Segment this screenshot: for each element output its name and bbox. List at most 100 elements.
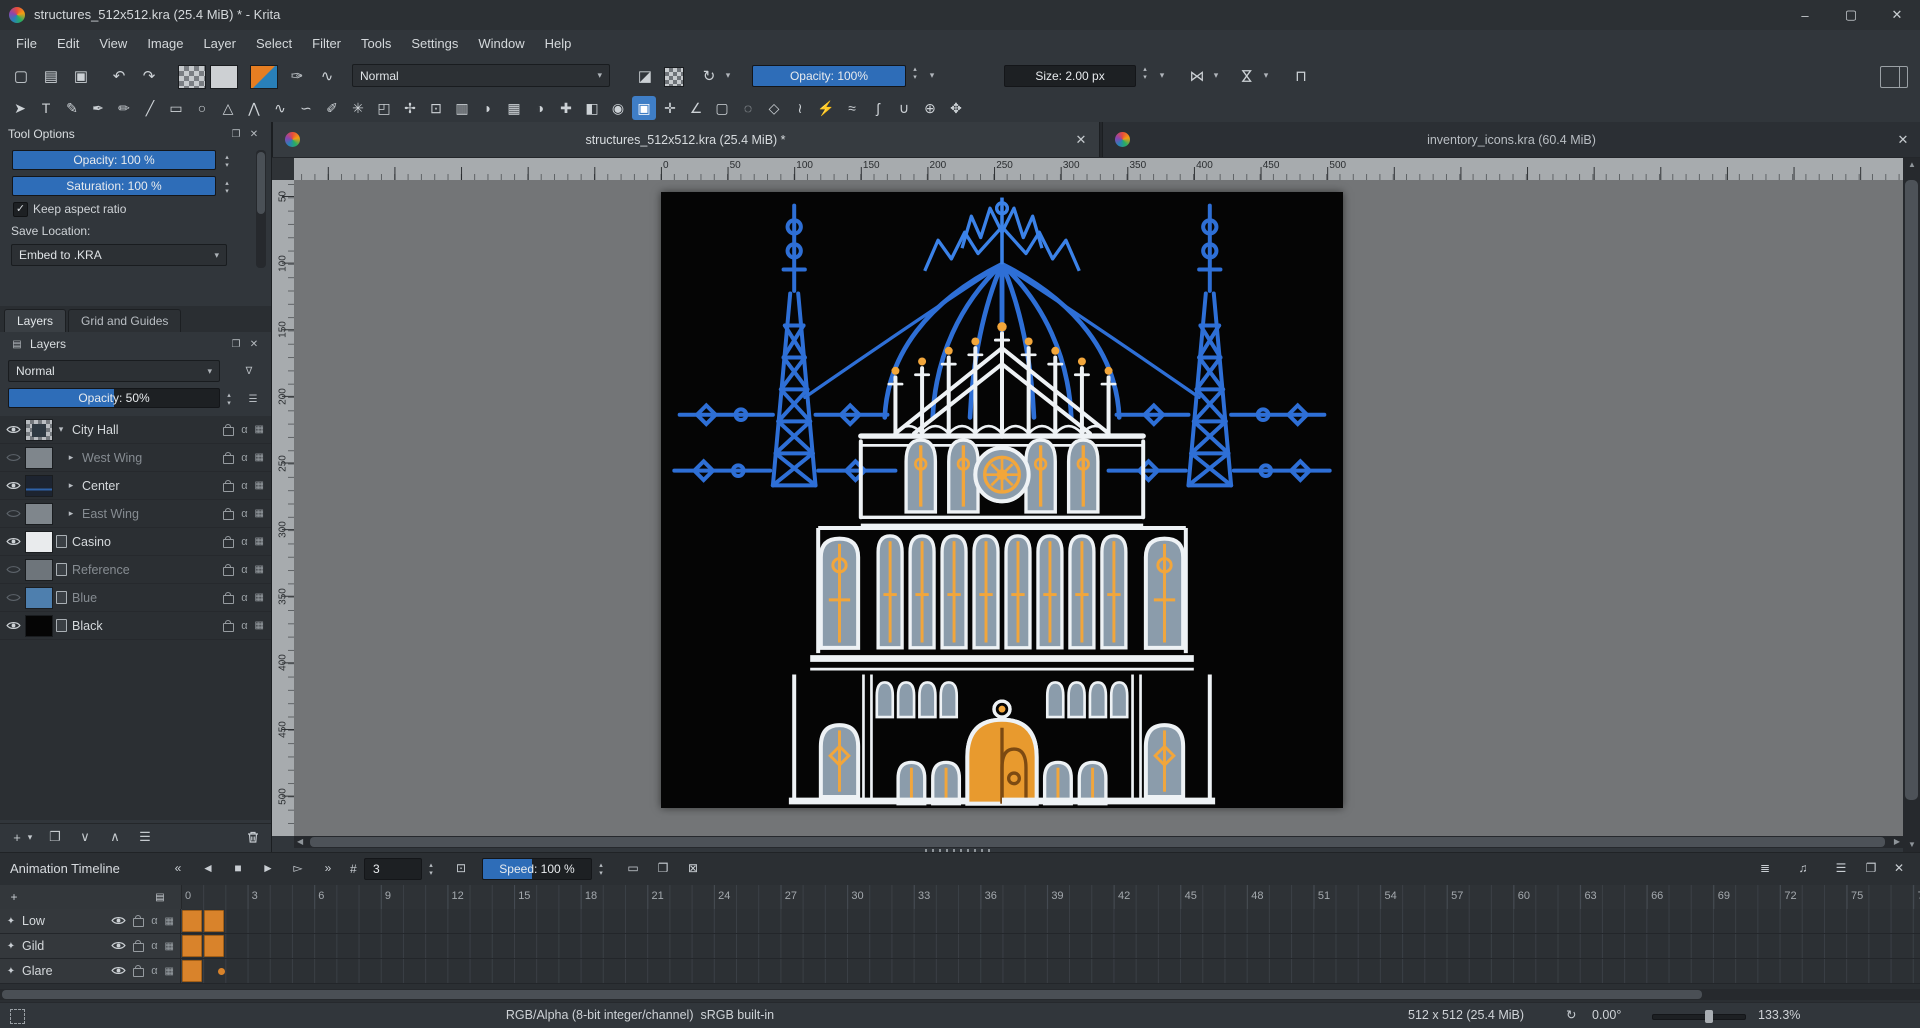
chevron-down-icon[interactable]: ▾ — [1156, 70, 1168, 81]
horizontal-ruler[interactable]: 050100150200250300350400450500 — [294, 158, 1903, 180]
selection-indicator-icon[interactable] — [10, 1009, 25, 1024]
layer-properties-button[interactable]: ☰ — [134, 827, 156, 847]
canvas-horizontal-scrollbar[interactable]: ◀ ▶ — [294, 836, 1903, 848]
playback-speed-slider[interactable]: Speed: 100 % — [482, 858, 592, 880]
keyframe-cell[interactable] — [182, 960, 202, 982]
alpha-icon[interactable]: α — [151, 915, 157, 927]
trim-to-image-button[interactable]: ⊓ — [1288, 63, 1314, 89]
menu-image[interactable]: Image — [137, 30, 193, 58]
next-frame-button[interactable]: ▻ — [285, 857, 311, 879]
lock-icon[interactable] — [133, 968, 144, 977]
filter-icon[interactable]: ∇ — [240, 363, 258, 379]
zoom-tool[interactable]: ⊕ — [918, 96, 942, 120]
save-location-select[interactable]: Embed to .KRA ▾ — [11, 244, 227, 266]
colorize-mask-tool[interactable]: ◑ — [528, 96, 552, 120]
move-tool[interactable]: ✢ — [398, 96, 422, 120]
multibrush-tool[interactable]: ✳ — [346, 96, 370, 120]
alpha-icon[interactable]: α — [241, 564, 247, 576]
expand-icon[interactable]: ▸ — [65, 480, 77, 491]
rect-select-tool[interactable]: ▢ — [710, 96, 734, 120]
freehand-path-tool[interactable]: ∽ — [294, 96, 318, 120]
float-docker-icon[interactable]: ❐ — [227, 126, 245, 142]
grid-icon[interactable]: ▦ — [255, 536, 264, 547]
chevron-down-icon[interactable]: ▾ — [24, 827, 36, 847]
layer-row-black[interactable]: Blackα▦ — [0, 612, 271, 640]
scroll-left-icon[interactable]: ◀ — [297, 837, 303, 847]
close-tab-icon[interactable]: ✕ — [1071, 132, 1091, 148]
move-layer-down-button[interactable]: ∨ — [74, 827, 96, 847]
menu-filter[interactable]: Filter — [302, 30, 351, 58]
pattern-swatch[interactable] — [210, 65, 238, 89]
spinner[interactable]: ▴▾ — [222, 392, 236, 408]
preserve-alpha-button[interactable] — [664, 67, 684, 87]
add-track-icon[interactable]: + — [4, 886, 24, 908]
ref-opacity-slider[interactable]: Opacity: 100 % — [12, 150, 216, 170]
duplicate-layer-button[interactable]: ❐ — [44, 827, 66, 847]
layer-row-reference[interactable]: Referenceα▦ — [0, 556, 271, 584]
spinner[interactable]: ▴▾ — [220, 154, 234, 170]
visibility-on-icon[interactable] — [4, 424, 22, 435]
save-button[interactable]: ▣ — [68, 63, 94, 89]
prev-frame-button[interactable]: ◄ — [195, 857, 221, 879]
lock-icon[interactable] — [223, 483, 234, 492]
menu-edit[interactable]: Edit — [47, 30, 89, 58]
visibility-on-icon[interactable] — [111, 939, 126, 954]
enclose-fill-tool[interactable]: ◉ — [606, 96, 630, 120]
text-tool[interactable]: T — [34, 96, 58, 120]
lock-icon[interactable] — [133, 918, 144, 927]
delete-layer-button[interactable] — [242, 827, 264, 847]
rectangle-tool[interactable]: ▭ — [164, 96, 188, 120]
pan-tool[interactable]: ✥ — [944, 96, 968, 120]
grid-icon[interactable]: ▦ — [165, 916, 174, 927]
track-frames[interactable] — [0, 934, 1920, 958]
track-header[interactable]: ✦Lowα▦ — [0, 909, 181, 933]
pattern-edit-tool[interactable]: ▦ — [502, 96, 526, 120]
opacity-spinner[interactable]: ▴▾ — [908, 66, 922, 82]
scroll-down-icon[interactable]: ▼ — [1908, 840, 1916, 850]
grid-icon[interactable]: ▦ — [255, 592, 264, 603]
keyframe-cell[interactable] — [204, 935, 224, 957]
similar-select-tool[interactable]: ≈ — [840, 96, 864, 120]
layer-row-east-wing[interactable]: ▸East Wingα▦ — [0, 500, 271, 528]
track-header[interactable]: ✦Glareα▦ — [0, 959, 181, 983]
alpha-icon[interactable]: α — [241, 508, 247, 520]
tab-inventory-document[interactable]: inventory_icons.kra (60.4 MiB) ✕ — [1102, 122, 1920, 157]
size-spinner[interactable]: ▴▾ — [1138, 66, 1152, 82]
gradient-swatch[interactable] — [178, 65, 206, 89]
magnetic-select-tool[interactable]: ∪ — [892, 96, 916, 120]
menu-tools[interactable]: Tools — [351, 30, 401, 58]
alpha-icon[interactable]: α — [241, 424, 247, 436]
add-duplicate-frame-button[interactable]: ❐ — [650, 857, 676, 879]
assistants-tool[interactable]: ✛ — [658, 96, 682, 120]
timeline-scrollbar[interactable] — [0, 989, 1920, 1000]
menu-icon[interactable]: ☰ — [244, 391, 262, 407]
dynamic-brush-tool[interactable]: ✐ — [320, 96, 344, 120]
zoom-slider[interactable] — [1652, 1014, 1746, 1020]
track-header[interactable]: ✦Gildα▦ — [0, 934, 181, 958]
menu-help[interactable]: Help — [535, 30, 582, 58]
layer-row-west-wing[interactable]: ▸West Wingα▦ — [0, 444, 271, 472]
scrollbar-handle[interactable] — [310, 837, 1885, 847]
lock-icon[interactable] — [223, 623, 234, 632]
add-blank-frame-button[interactable]: ▭ — [620, 857, 646, 879]
chevron-down-icon[interactable]: ▾ — [1260, 70, 1272, 81]
contiguous-select-tool[interactable]: ⚡ — [814, 96, 838, 120]
menu-icon[interactable]: ☰ — [1828, 857, 1854, 879]
float-docker-icon[interactable]: ❐ — [227, 336, 245, 352]
tab-structures-document[interactable]: structures_512x512.kra (25.4 MiB) * ✕ — [272, 122, 1100, 157]
lock-icon[interactable] — [223, 595, 234, 604]
grid-icon[interactable]: ▦ — [165, 941, 174, 952]
layer-blending-mode-select[interactable]: Normal ▾ — [8, 360, 220, 382]
lock-icon[interactable] — [223, 427, 234, 436]
canvas[interactable] — [661, 192, 1343, 808]
timeline-ruler[interactable]: + ▤ 036912151821242730333639424548515457… — [0, 885, 1920, 909]
menu-file[interactable]: File — [6, 30, 47, 58]
tab-grid-and-guides[interactable]: Grid and Guides — [68, 309, 181, 332]
remove-frame-button[interactable]: ⊠ — [680, 857, 706, 879]
lock-icon[interactable] — [223, 455, 234, 464]
reference-images-tool[interactable]: ▣ — [632, 96, 656, 120]
menu-view[interactable]: View — [89, 30, 137, 58]
calligraphy-tool[interactable]: ✒ — [86, 96, 110, 120]
brush-size-slider[interactable]: Size: 2.00 px — [1004, 65, 1136, 87]
close-button[interactable]: ✕ — [1874, 0, 1920, 30]
